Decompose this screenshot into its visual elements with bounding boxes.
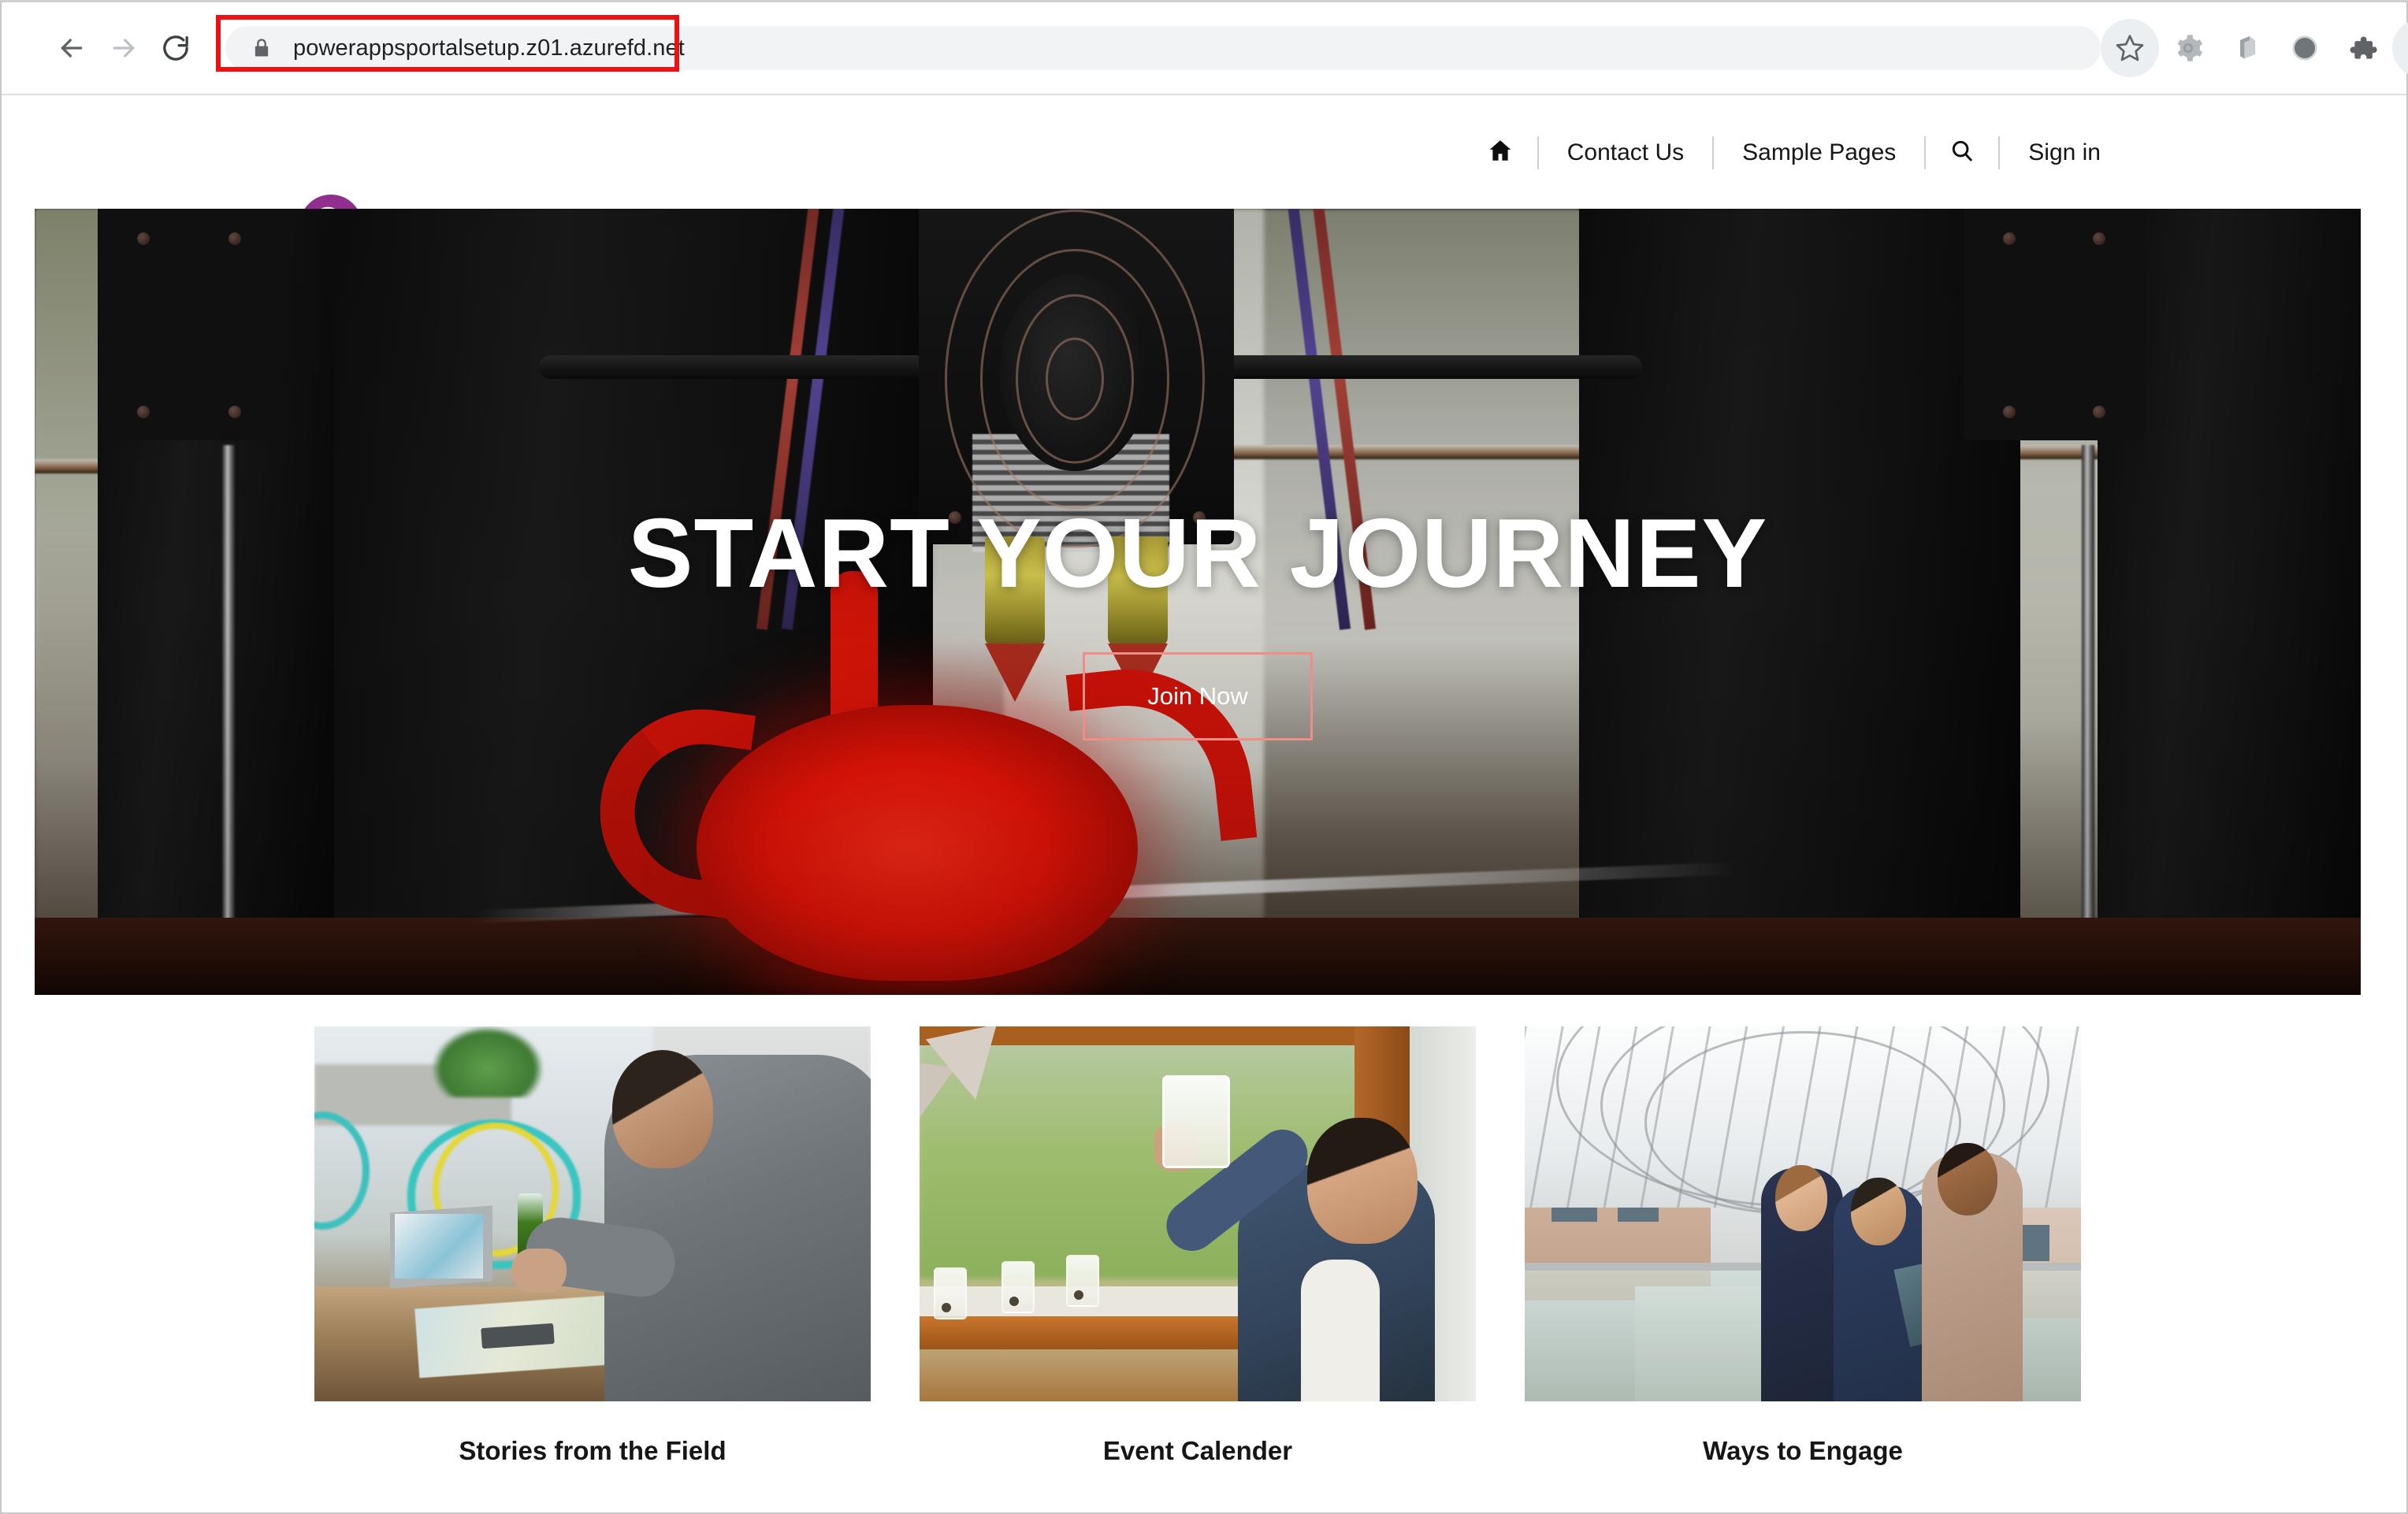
address-bar[interactable]: powerappsportalsetup.z01.azurefd.net bbox=[225, 26, 2101, 70]
profile-avatar-icon[interactable] bbox=[2392, 19, 2408, 77]
forward-button[interactable] bbox=[98, 22, 150, 74]
card-title-event: Event Calender bbox=[1102, 1436, 1293, 1465]
address-bar-container: powerappsportalsetup.z01.azurefd.net bbox=[216, 15, 2101, 72]
extensions-puzzle-icon[interactable] bbox=[2334, 19, 2392, 77]
browser-window: powerappsportalsetup.z01.azurefd.net Con… bbox=[0, 0, 2408, 1514]
office-icon[interactable] bbox=[2217, 19, 2276, 77]
card-title-stories: Stories from the Field bbox=[459, 1436, 726, 1465]
site-navigation: Contact Us Sample Pages Sign in bbox=[1463, 95, 2129, 210]
lock-icon bbox=[251, 37, 273, 59]
browser-toolbar: powerappsportalsetup.z01.azurefd.net bbox=[2, 2, 2408, 94]
card-event-calender[interactable]: Event Calender bbox=[920, 1026, 1476, 1468]
reload-icon bbox=[160, 32, 191, 64]
card-ways-to-engage[interactable]: Ways to Engage bbox=[1525, 1026, 2081, 1468]
card-image-engage bbox=[1525, 1026, 2081, 1401]
join-now-button[interactable]: Join Now bbox=[1083, 652, 1313, 740]
back-arrow-icon bbox=[56, 32, 87, 64]
reload-button[interactable] bbox=[150, 22, 202, 74]
feature-cards: Stories from the Field Event Calender Wa… bbox=[35, 1026, 2361, 1468]
card-image-event bbox=[920, 1026, 1476, 1401]
hero-banner: START YOUR JOURNEY Join Now bbox=[35, 209, 2361, 995]
home-icon bbox=[1487, 137, 1514, 169]
sidebar-item-home[interactable] bbox=[1463, 133, 1537, 173]
card-image-stories bbox=[314, 1026, 871, 1401]
browser-actions bbox=[2101, 19, 2408, 77]
card-stories-from-the-field[interactable]: Stories from the Field bbox=[314, 1026, 871, 1468]
gear-icon[interactable] bbox=[2159, 19, 2217, 77]
back-button[interactable] bbox=[46, 22, 98, 74]
search-button[interactable] bbox=[1926, 133, 1998, 173]
sidebar-item-sample-pages[interactable]: Sample Pages bbox=[1714, 133, 1924, 173]
card-title-engage: Ways to Engage bbox=[1703, 1436, 1903, 1465]
sidebar-item-contact-us[interactable]: Contact Us bbox=[1539, 133, 1712, 173]
search-icon bbox=[1949, 138, 1975, 168]
forward-arrow-icon bbox=[108, 32, 139, 64]
page-title: START YOUR JOURNEY bbox=[627, 499, 1768, 608]
url-text: powerappsportalsetup.z01.azurefd.net bbox=[293, 35, 685, 61]
circle-icon[interactable] bbox=[2276, 19, 2334, 77]
bookmark-star-icon[interactable] bbox=[2101, 19, 2159, 77]
sign-in-button[interactable]: Sign in bbox=[2000, 133, 2129, 173]
hero-content: START YOUR JOURNEY Join Now bbox=[35, 209, 2361, 995]
site-header: Contact Us Sample Pages Sign in bbox=[2, 94, 2406, 258]
